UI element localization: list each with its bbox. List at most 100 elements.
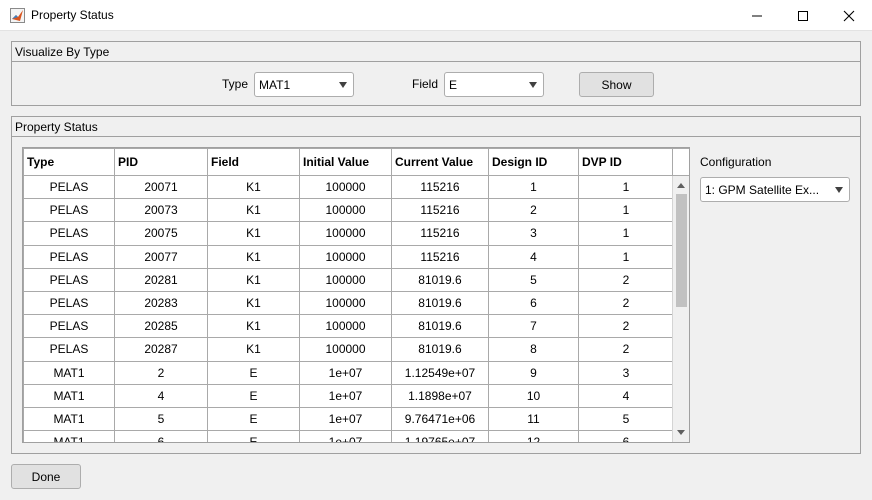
type-dropdown[interactable]: MAT1 (254, 72, 354, 97)
table-row[interactable]: PELAS 20283 K1 100000 81019.6 6 2 (23, 290, 674, 316)
cell-type[interactable]: MAT1 (23, 383, 115, 408)
cell-pid[interactable]: 6 (114, 430, 208, 442)
cell-current-value[interactable]: 115216 (391, 198, 489, 223)
cell-design-id[interactable]: 5 (488, 267, 579, 292)
cell-dvp-id[interactable]: 2 (578, 314, 674, 339)
field-dropdown[interactable]: E (444, 72, 544, 97)
cell-initial-value[interactable]: 1e+07 (299, 360, 392, 385)
cell-pid[interactable]: 20285 (114, 314, 208, 339)
cell-current-value[interactable]: 81019.6 (391, 267, 489, 292)
cell-field[interactable]: K1 (207, 290, 300, 316)
column-header-dvp-id[interactable]: DVP ID (578, 148, 674, 176)
cell-pid[interactable]: 20073 (114, 198, 208, 223)
table-row[interactable]: PELAS 20285 K1 100000 81019.6 7 2 (23, 314, 674, 339)
cell-field[interactable]: K1 (207, 244, 300, 269)
cell-pid[interactable]: 20281 (114, 267, 208, 292)
cell-pid[interactable]: 20077 (114, 244, 208, 269)
table-row[interactable]: PELAS 20075 K1 100000 115216 3 1 (23, 221, 674, 246)
cell-dvp-id[interactable]: 1 (578, 174, 674, 200)
scrollbar-thumb[interactable] (676, 194, 687, 307)
cell-current-value[interactable]: 9.76471e+06 (391, 406, 489, 432)
scroll-up-icon[interactable] (677, 183, 685, 188)
cell-pid[interactable]: 20075 (114, 221, 208, 246)
table-row[interactable]: MAT1 5 E 1e+07 9.76471e+06 11 5 (23, 406, 674, 432)
cell-current-value[interactable]: 81019.6 (391, 314, 489, 339)
vertical-scrollbar[interactable] (672, 176, 689, 442)
close-button[interactable] (826, 0, 872, 31)
cell-field[interactable]: E (207, 406, 300, 432)
cell-design-id[interactable]: 4 (488, 244, 579, 269)
cell-initial-value[interactable]: 100000 (299, 198, 392, 223)
cell-initial-value[interactable]: 1e+07 (299, 406, 392, 432)
table-row[interactable]: MAT1 2 E 1e+07 1.12549e+07 9 3 (23, 360, 674, 385)
table-row[interactable]: PELAS 20077 K1 100000 115216 4 1 (23, 244, 674, 269)
cell-type[interactable]: MAT1 (23, 360, 115, 385)
cell-dvp-id[interactable]: 3 (578, 360, 674, 385)
cell-initial-value[interactable]: 1e+07 (299, 430, 392, 442)
cell-type[interactable]: PELAS (23, 221, 115, 246)
cell-pid[interactable]: 20283 (114, 290, 208, 316)
column-header-pid[interactable]: PID (114, 148, 208, 176)
cell-field[interactable]: K1 (207, 174, 300, 200)
table-row[interactable]: PELAS 20281 K1 100000 81019.6 5 2 (23, 267, 674, 292)
cell-type[interactable]: PELAS (23, 198, 115, 223)
cell-field[interactable]: E (207, 360, 300, 385)
cell-current-value[interactable]: 115216 (391, 221, 489, 246)
property-table[interactable]: Type PID Field Initial Value Current Val… (22, 147, 690, 443)
cell-type[interactable]: PELAS (23, 174, 115, 200)
cell-initial-value[interactable]: 100000 (299, 221, 392, 246)
scroll-down-icon[interactable] (677, 430, 685, 435)
cell-dvp-id[interactable]: 6 (578, 430, 674, 442)
cell-field[interactable]: E (207, 430, 300, 442)
cell-field[interactable]: K1 (207, 221, 300, 246)
cell-design-id[interactable]: 12 (488, 430, 579, 442)
cell-dvp-id[interactable]: 2 (578, 337, 674, 362)
cell-design-id[interactable]: 9 (488, 360, 579, 385)
column-header-design-id[interactable]: Design ID (488, 148, 579, 176)
column-header-type[interactable]: Type (23, 148, 115, 176)
cell-field[interactable]: K1 (207, 314, 300, 339)
cell-dvp-id[interactable]: 1 (578, 221, 674, 246)
column-header-field[interactable]: Field (207, 148, 300, 176)
cell-design-id[interactable]: 6 (488, 290, 579, 316)
cell-type[interactable]: MAT1 (23, 430, 115, 442)
table-row[interactable]: MAT1 6 E 1e+07 1.19765e+07 12 6 (23, 430, 674, 442)
table-row[interactable]: MAT1 4 E 1e+07 1.1898e+07 10 4 (23, 383, 674, 408)
table-row[interactable]: PELAS 20287 K1 100000 81019.6 8 2 (23, 337, 674, 362)
cell-current-value[interactable]: 1.12549e+07 (391, 360, 489, 385)
cell-field[interactable]: K1 (207, 267, 300, 292)
cell-type[interactable]: MAT1 (23, 406, 115, 432)
cell-type[interactable]: PELAS (23, 290, 115, 316)
cell-design-id[interactable]: 8 (488, 337, 579, 362)
cell-current-value[interactable]: 81019.6 (391, 337, 489, 362)
cell-initial-value[interactable]: 1e+07 (299, 383, 392, 408)
cell-dvp-id[interactable]: 1 (578, 244, 674, 269)
cell-dvp-id[interactable]: 2 (578, 290, 674, 316)
cell-current-value[interactable]: 1.19765e+07 (391, 430, 489, 442)
show-button[interactable]: Show (579, 72, 654, 97)
cell-design-id[interactable]: 7 (488, 314, 579, 339)
cell-pid[interactable]: 20071 (114, 174, 208, 200)
cell-dvp-id[interactable]: 1 (578, 198, 674, 223)
cell-dvp-id[interactable]: 2 (578, 267, 674, 292)
cell-field[interactable]: E (207, 383, 300, 408)
cell-type[interactable]: PELAS (23, 244, 115, 269)
cell-current-value[interactable]: 115216 (391, 174, 489, 200)
cell-initial-value[interactable]: 100000 (299, 244, 392, 269)
cell-initial-value[interactable]: 100000 (299, 267, 392, 292)
minimize-button[interactable] (734, 0, 780, 31)
cell-field[interactable]: K1 (207, 337, 300, 362)
cell-current-value[interactable]: 1.1898e+07 (391, 383, 489, 408)
cell-design-id[interactable]: 11 (488, 406, 579, 432)
table-row[interactable]: PELAS 20073 K1 100000 115216 2 1 (23, 198, 674, 223)
cell-design-id[interactable]: 2 (488, 198, 579, 223)
cell-design-id[interactable]: 3 (488, 221, 579, 246)
cell-dvp-id[interactable]: 4 (578, 383, 674, 408)
table-row[interactable]: PELAS 20071 K1 100000 115216 1 1 (23, 174, 674, 200)
cell-type[interactable]: PELAS (23, 267, 115, 292)
cell-pid[interactable]: 20287 (114, 337, 208, 362)
column-header-initial-value[interactable]: Initial Value (299, 148, 392, 176)
cell-initial-value[interactable]: 100000 (299, 314, 392, 339)
cell-current-value[interactable]: 115216 (391, 244, 489, 269)
cell-design-id[interactable]: 1 (488, 174, 579, 200)
